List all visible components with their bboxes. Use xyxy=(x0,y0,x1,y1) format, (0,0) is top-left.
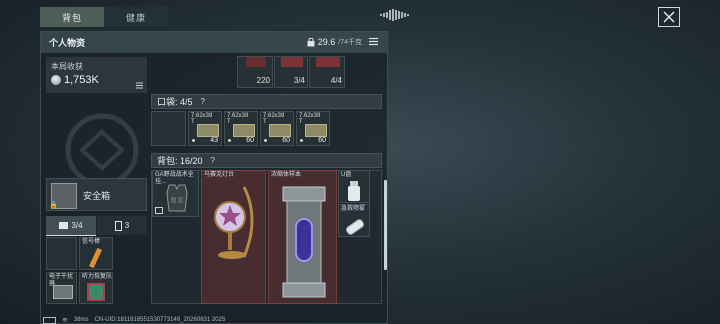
item-name: 马赛克灯台 xyxy=(204,172,235,178)
earnings-label: 本局收获 xyxy=(51,62,83,71)
tab-health[interactable]: 健康 xyxy=(104,7,168,27)
item-count: 3/4 xyxy=(293,76,305,85)
gear-tab-label: 3/4 xyxy=(71,221,83,230)
backpack-bar: 背包: 16/20 ? xyxy=(151,153,382,168)
battery-icon xyxy=(114,220,122,231)
item-name: 信号棒 xyxy=(82,239,101,245)
medkit-icon xyxy=(281,57,303,67)
backpack-item[interactable]: U盘 xyxy=(338,170,370,203)
ammo-count: 60 xyxy=(246,137,254,144)
spray-icon xyxy=(346,219,364,235)
item-count: 220 xyxy=(256,76,270,85)
gear-tab-label: 3 xyxy=(124,221,130,230)
jammer-icon xyxy=(53,285,73,299)
backpack-item-large[interactable]: 浓缩体样本 xyxy=(268,170,337,304)
open-icon xyxy=(155,207,163,214)
top-tabs: 背包 健康 xyxy=(40,7,168,27)
voice-wave-icon[interactable] xyxy=(378,8,412,22)
ammo-box-icon xyxy=(269,124,291,137)
lock-icon: 🔒 xyxy=(49,202,58,209)
backpack-item[interactable]: 急救喷雾 xyxy=(338,204,370,237)
ping-value: 38ms xyxy=(73,317,89,323)
ammo-type: T xyxy=(263,119,267,125)
item-count: 4/4 xyxy=(330,76,342,85)
pocket-ammo-slot[interactable]: 7.62x39 T 60 xyxy=(296,111,330,146)
weight-value: 29.6 xyxy=(317,37,336,47)
gear-tab-medkit[interactable]: 3/4 xyxy=(46,216,96,236)
weight-total: /74千克 xyxy=(338,39,362,46)
tactical-vest-icon xyxy=(166,184,188,212)
earnings-value: 1,753K xyxy=(64,74,99,86)
uid-text: CN-UID:1811818551530773149_20260831 2025 xyxy=(94,317,226,323)
status-footer: ≋ 38ms CN-UID:1811818551530773149_202608… xyxy=(43,316,225,324)
ammo-box-icon xyxy=(305,124,327,137)
backpack-help[interactable]: ? xyxy=(211,156,215,165)
pocket-ammo-slot[interactable]: 7.62x39 T 60 xyxy=(224,111,258,146)
flare-icon xyxy=(89,247,102,269)
earnings-box[interactable]: 本局收获 1,753K xyxy=(46,57,147,93)
pocket-help[interactable]: ? xyxy=(201,97,205,106)
item-name: U盘 xyxy=(341,172,352,178)
gear-slot-empty[interactable] xyxy=(46,237,77,270)
close-icon xyxy=(663,11,675,23)
gear-tab-battery[interactable]: 3 xyxy=(97,216,147,235)
wifi-icon: ≋ xyxy=(62,317,68,324)
ammo-type: T xyxy=(299,119,303,125)
pocket-slot-empty[interactable] xyxy=(151,111,186,146)
weight-indicator: 29.6/74千克 xyxy=(307,37,362,47)
top-item-slot[interactable]: 4/4 xyxy=(309,56,345,88)
gear-item[interactable]: 听力恢复队 xyxy=(79,272,113,304)
panel-header: 个人物资 29.6/74千克 xyxy=(40,31,388,53)
safebox-label: 安全箱 xyxy=(83,191,111,201)
close-button[interactable] xyxy=(658,7,680,27)
ammo-count: 60 xyxy=(318,137,326,144)
coin-icon xyxy=(51,75,61,85)
top-item-slot[interactable]: 3/4 xyxy=(274,56,308,88)
pocket-bar: 口袋: 4/5 ? xyxy=(151,94,382,109)
pocket-ammo-slot[interactable]: 7.62x39 T 60 xyxy=(260,111,294,146)
tab-backpack[interactable]: 背包 xyxy=(40,7,104,27)
gear-item[interactable]: 信号棒 xyxy=(79,237,113,270)
ammo-box-icon xyxy=(233,124,255,137)
ammo-count: 60 xyxy=(282,137,290,144)
item-name: 急救喷雾 xyxy=(341,206,366,212)
ammo-type: T xyxy=(191,119,195,125)
backpack-item[interactable]: GA野战战术全挂... xyxy=(152,170,199,217)
ammo-stack-icon xyxy=(246,57,266,67)
item-name: 听力恢复队 xyxy=(82,274,113,280)
mosaic-lamp-icon xyxy=(214,186,254,259)
pocket-label: 口袋: 4/5 xyxy=(157,97,193,107)
usb-drive-icon xyxy=(348,181,360,201)
scrollbar[interactable] xyxy=(384,180,387,270)
ammo-box-icon xyxy=(197,124,219,137)
list-icon xyxy=(136,82,143,89)
sample-canister-icon xyxy=(282,186,326,298)
battery-icon xyxy=(43,316,56,324)
medkit-icon xyxy=(316,57,340,67)
ammo-type: T xyxy=(227,119,231,125)
medkit-icon xyxy=(59,222,69,229)
item-name: 浓缩体样本 xyxy=(271,172,302,178)
ammo-count: 43 xyxy=(210,137,218,144)
safebox-slot[interactable]: 安全箱 🔒 xyxy=(46,178,147,211)
backpack-item-large[interactable]: 马赛克灯台 xyxy=(201,170,266,304)
page-title: 个人物资 xyxy=(49,37,86,48)
weight-icon xyxy=(307,37,315,46)
top-item-slot[interactable]: 220 xyxy=(237,56,273,88)
ear-device-icon xyxy=(87,283,105,301)
pocket-ammo-slot[interactable]: 7.62x39 T 43 xyxy=(188,111,222,146)
backpack-label: 背包: 16/20 xyxy=(157,156,203,166)
gear-item[interactable]: 电子干扰器 xyxy=(46,272,77,304)
list-icon[interactable] xyxy=(369,37,378,46)
